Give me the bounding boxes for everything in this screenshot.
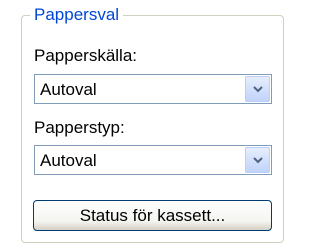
chevron-down-icon	[253, 157, 263, 164]
paper-source-label: Papperskälla:	[34, 46, 138, 65]
paper-type-dropdown[interactable]: Autoval	[34, 145, 272, 175]
paper-type-label: Papperstyp:	[34, 118, 125, 137]
paper-source-value: Autoval	[40, 80, 97, 99]
paper-type-value: Autoval	[40, 151, 97, 170]
paper-source-dropdown[interactable]: Autoval	[34, 74, 272, 104]
cassette-status-button[interactable]: Status för kassett...	[33, 200, 272, 231]
chevron-down-icon	[253, 86, 263, 93]
dropdown-button[interactable]	[245, 76, 270, 102]
dropdown-button[interactable]	[245, 147, 270, 173]
group-title: Pappersval	[30, 5, 124, 25]
